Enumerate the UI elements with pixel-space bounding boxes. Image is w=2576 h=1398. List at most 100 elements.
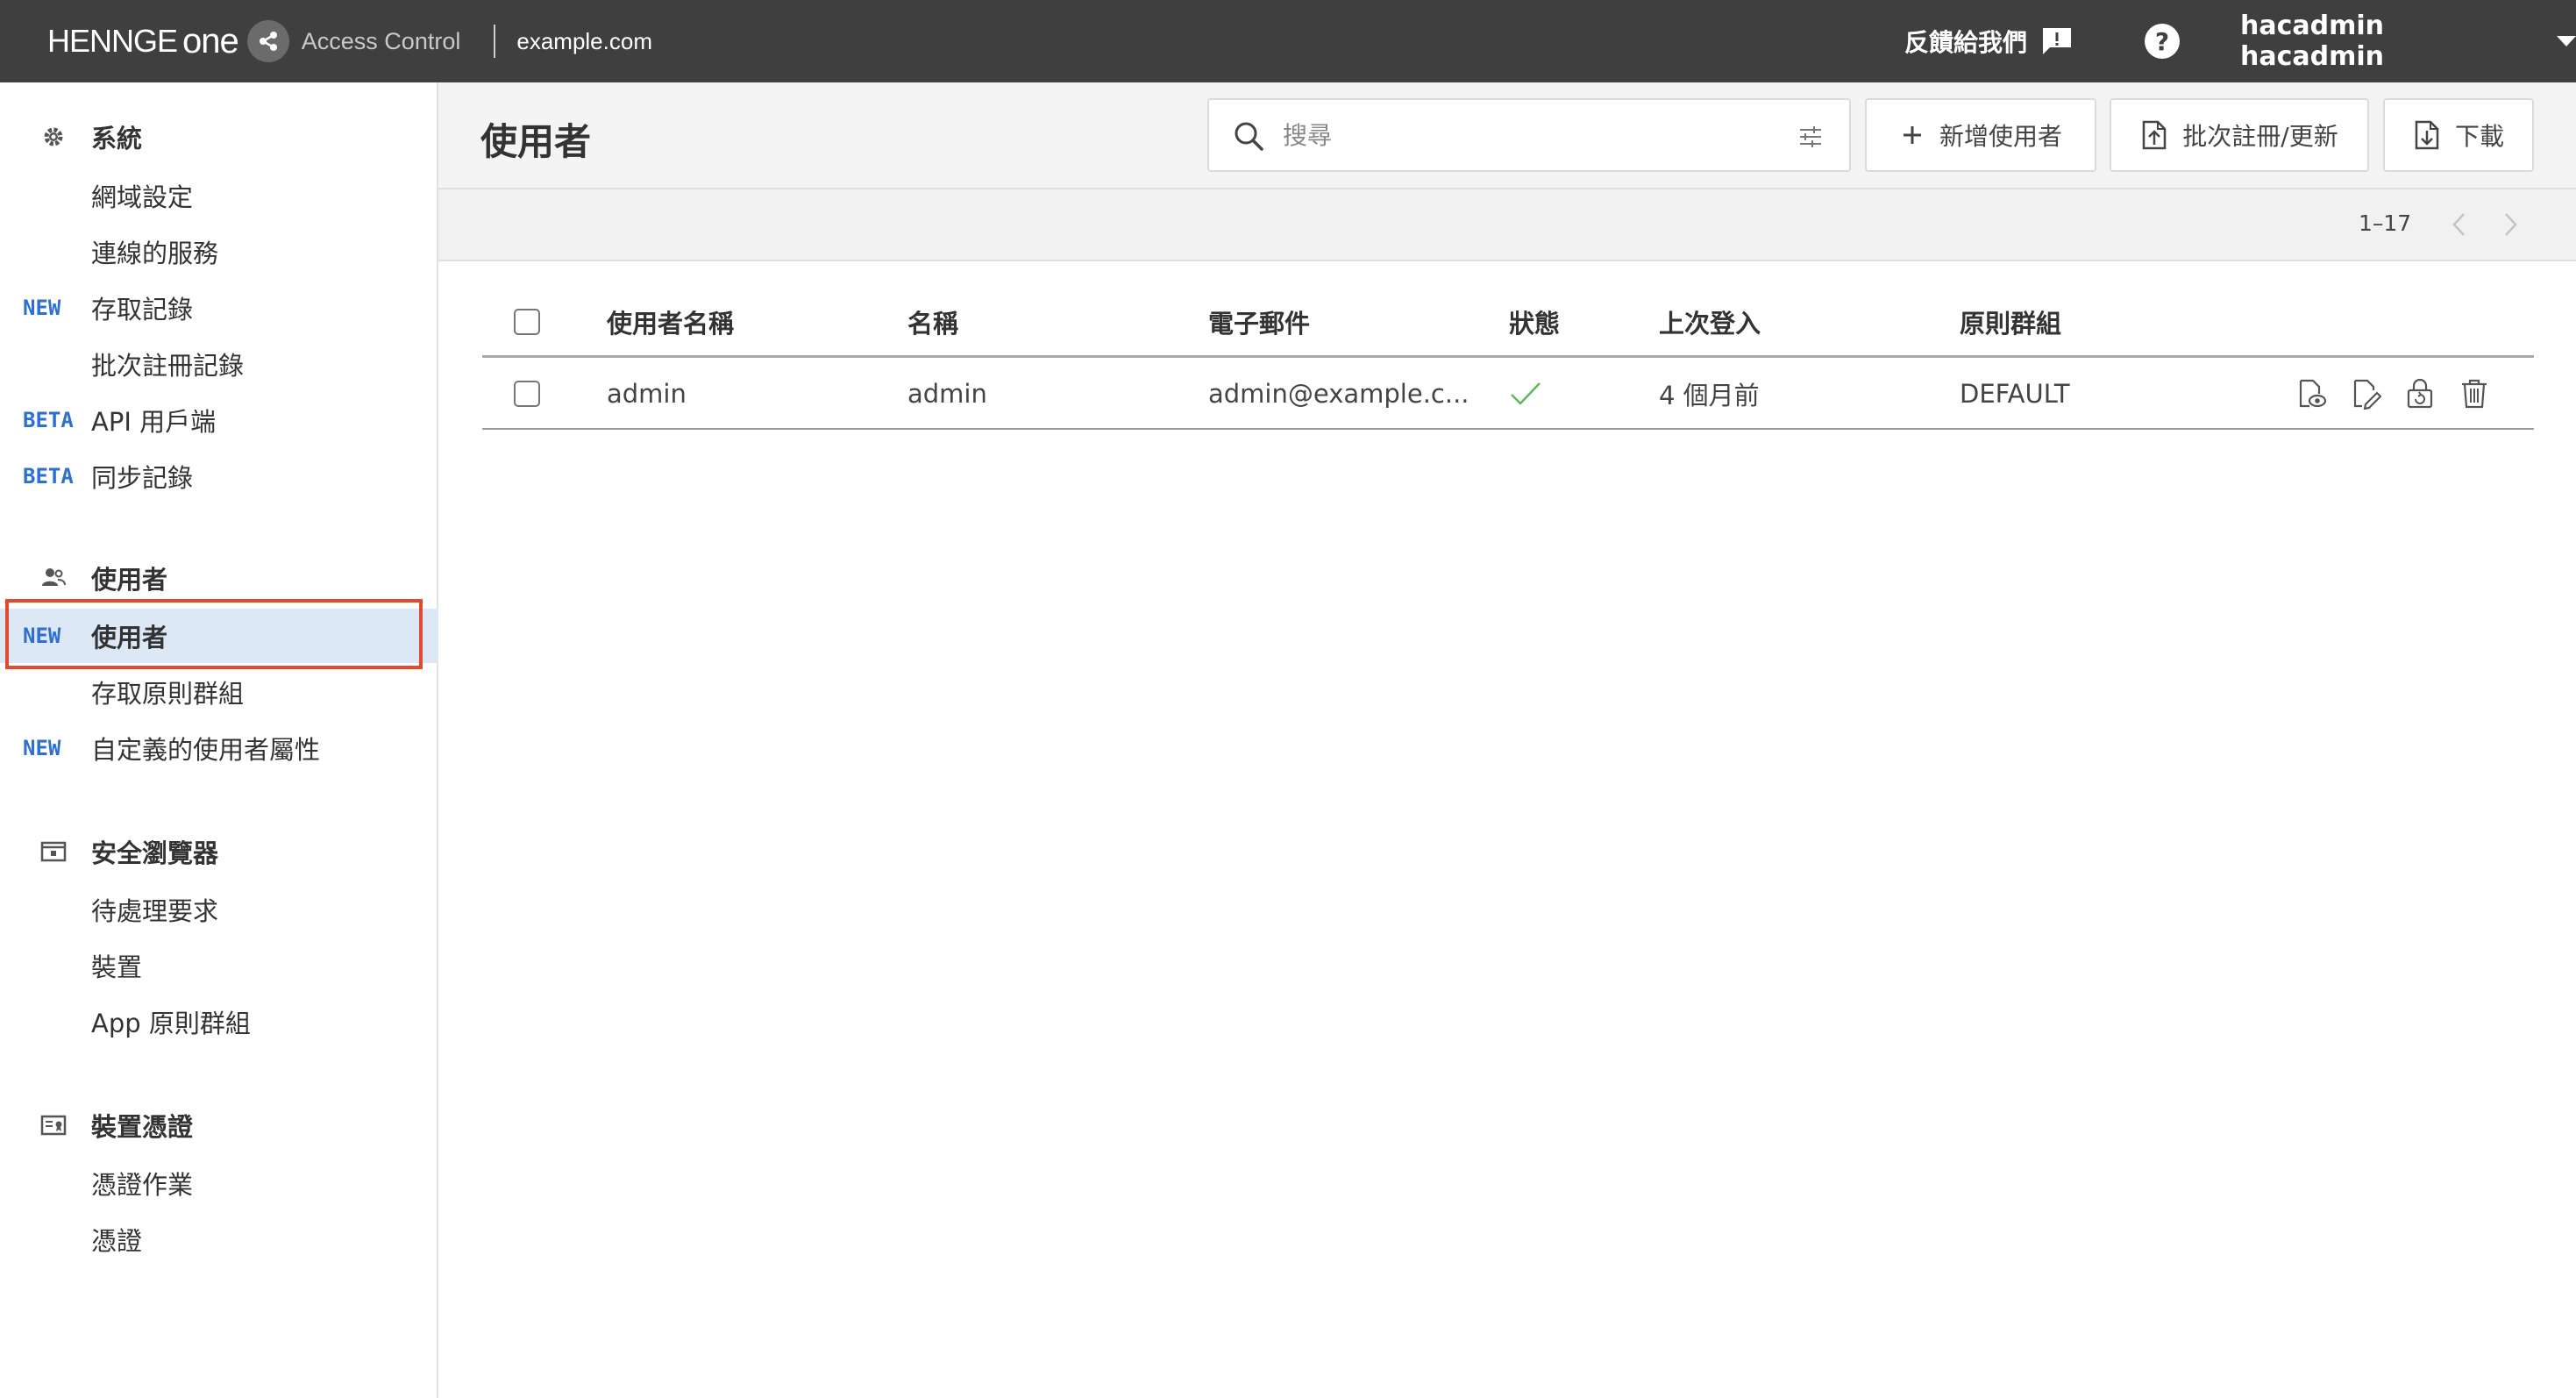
reset-password-lock-icon[interactable] — [2404, 378, 2436, 410]
feedback-label: 反饋給我們 — [1904, 28, 2028, 57]
account-menu[interactable]: hacadmin hacadmin — [2240, 0, 2576, 82]
cell-name: admin — [907, 379, 987, 409]
add-user-button[interactable]: 新增使用者 — [1865, 98, 2096, 172]
sidebar-item-bulk-registration-logs[interactable]: 批次註冊記錄 — [0, 337, 438, 391]
sidebar-item-label: 憑證作業 — [91, 1170, 194, 1200]
download-label: 下載 — [2454, 122, 2504, 151]
chevron-right-icon[interactable] — [2497, 209, 2523, 240]
table-header: 使用者名稱 名稱 電子郵件 狀態 上次登入 原則群組 — [482, 286, 2534, 358]
beta-badge: BETA — [23, 464, 74, 489]
select-all-cell — [514, 286, 540, 358]
column-header-username[interactable]: 使用者名稱 — [607, 286, 734, 358]
brand-divider — [494, 25, 496, 58]
sidebar-item-domain-settings[interactable]: 網域設定 — [0, 168, 438, 223]
table-row[interactable]: admin admin admin@example.c... 4 個月前 DEF… — [482, 358, 2534, 430]
view-details-icon[interactable] — [2295, 378, 2327, 410]
top-bar: HENNGE one Access Control example.com 反饋… — [0, 0, 2576, 82]
new-badge: NEW — [23, 624, 61, 648]
new-badge: NEW — [23, 296, 61, 320]
bulk-register-label: 批次註冊/更新 — [2182, 122, 2338, 151]
sidebar-item-certificates[interactable]: 憑證 — [0, 1212, 438, 1266]
sidebar-item-devices[interactable]: 裝置 — [0, 938, 438, 993]
certificate-icon — [39, 1110, 68, 1140]
pagination-bar: 1–17 — [438, 189, 2576, 261]
status-active-check-icon — [1511, 382, 1541, 405]
secure-browser-icon — [39, 837, 68, 867]
search-icon — [1235, 122, 1263, 151]
tenant-domain: example.com — [516, 27, 652, 54]
delete-trash-icon[interactable] — [2459, 378, 2490, 410]
sidebar-item-access-logs[interactable]: NEW 存取記錄 — [0, 281, 438, 335]
sidebar-item-sync-logs[interactable]: BETA 同步記錄 — [0, 449, 438, 503]
gear-icon — [39, 122, 68, 152]
help-icon[interactable]: ? — [2145, 24, 2180, 59]
feedback-button[interactable]: 反饋給我們 — [1904, 0, 2074, 82]
column-header-email[interactable]: 電子郵件 — [1208, 286, 1310, 358]
download-button[interactable]: 下載 — [2383, 98, 2534, 172]
sidebar: 系統 網域設定 連線的服務 NEW 存取記錄 批次註冊記錄 BETA API 用… — [0, 82, 438, 1398]
cell-username: admin — [607, 379, 687, 409]
cell-last-login: 4 個月前 — [1659, 381, 1760, 410]
sidebar-item-label: 存取記錄 — [91, 295, 194, 325]
sidebar-section-device-certificates: 裝置憑證 — [0, 1098, 438, 1152]
sidebar-item-label: 同步記錄 — [91, 463, 194, 493]
sidebar-item-users[interactable]: NEW 使用者 — [0, 609, 438, 663]
chevron-left-icon[interactable] — [2446, 209, 2473, 240]
row-checkbox[interactable] — [514, 381, 540, 407]
bulk-register-button[interactable]: 批次註冊/更新 — [2110, 98, 2369, 172]
sidebar-item-access-policy-groups[interactable]: 存取原則群組 — [0, 665, 438, 719]
sidebar-item-pending-requests[interactable]: 待處理要求 — [0, 882, 438, 937]
sidebar-item-app-policy-groups[interactable]: App 原則群組 — [0, 995, 438, 1049]
sidebar-item-label: API 用戶端 — [91, 407, 217, 437]
users-icon — [39, 563, 68, 593]
sidebar-item-api-clients[interactable]: BETA API 用戶端 — [0, 393, 438, 447]
column-header-policy-group[interactable]: 原則群組 — [1960, 286, 2061, 358]
sidebar-section-title: 系統 — [91, 124, 143, 153]
sidebar-item-label: 存取原則群組 — [91, 679, 245, 709]
add-user-label: 新增使用者 — [1939, 122, 2062, 151]
select-all-checkbox[interactable] — [514, 309, 540, 335]
download-file-icon — [2415, 120, 2439, 150]
sidebar-item-label: 批次註冊記錄 — [91, 351, 245, 381]
sidebar-section-title: 安全瀏覽器 — [91, 838, 219, 868]
sidebar-item-label: 憑證 — [91, 1226, 143, 1256]
cell-email: admin@example.c... — [1208, 379, 1469, 409]
main-content: 使用者 新增使用者 批次註冊/更新 下載 1–17 使用者名稱 — [438, 82, 2576, 1398]
row-select-cell — [514, 358, 540, 430]
search-box — [1207, 98, 1851, 172]
cell-policy-group: DEFAULT — [1960, 379, 2070, 409]
sidebar-item-label: 裝置 — [91, 952, 143, 982]
sidebar-item-connected-services[interactable]: 連線的服務 — [0, 225, 438, 279]
sidebar-section-title: 裝置憑證 — [91, 1112, 194, 1142]
sidebar-section-users: 使用者 — [0, 551, 438, 605]
sidebar-item-label: 待處理要求 — [91, 896, 219, 926]
edit-icon[interactable] — [2350, 378, 2381, 410]
page-header: 使用者 新增使用者 批次註冊/更新 下載 — [438, 82, 2576, 189]
column-header-name[interactable]: 名稱 — [907, 286, 958, 358]
sidebar-item-custom-user-attributes[interactable]: NEW 自定義的使用者屬性 — [0, 721, 438, 775]
upload-file-icon — [2143, 120, 2167, 150]
search-input[interactable] — [1283, 109, 1774, 161]
beta-badge: BETA — [23, 408, 74, 432]
brand-suffix: one — [182, 21, 239, 61]
brand[interactable]: HENNGE one Access Control example.com — [47, 0, 652, 82]
plus-icon — [1903, 126, 1921, 144]
sidebar-item-certificate-jobs[interactable]: 憑證作業 — [0, 1156, 438, 1210]
brand-name: HENNGE — [47, 23, 178, 59]
pagination-range: 1–17 — [2359, 210, 2412, 236]
sidebar-item-label: App 原則群組 — [91, 1009, 251, 1038]
cell-status — [1509, 358, 1542, 430]
new-badge: NEW — [23, 736, 61, 760]
sidebar-section-secure-browser: 安全瀏覽器 — [0, 824, 438, 879]
caret-down-icon — [2557, 36, 2576, 46]
feedback-icon — [2043, 28, 2072, 54]
sidebar-item-label: 網域設定 — [91, 182, 194, 212]
column-header-last-login[interactable]: 上次登入 — [1659, 286, 1761, 358]
column-header-status[interactable]: 狀態 — [1509, 286, 1560, 358]
brand-logo-icon — [246, 20, 289, 62]
page-title: 使用者 — [480, 120, 592, 163]
sidebar-item-label: 連線的服務 — [91, 239, 219, 268]
sidebar-item-label: 使用者 — [91, 623, 168, 653]
filter-settings-icon[interactable] — [1797, 123, 1825, 151]
row-actions — [2295, 358, 2490, 430]
